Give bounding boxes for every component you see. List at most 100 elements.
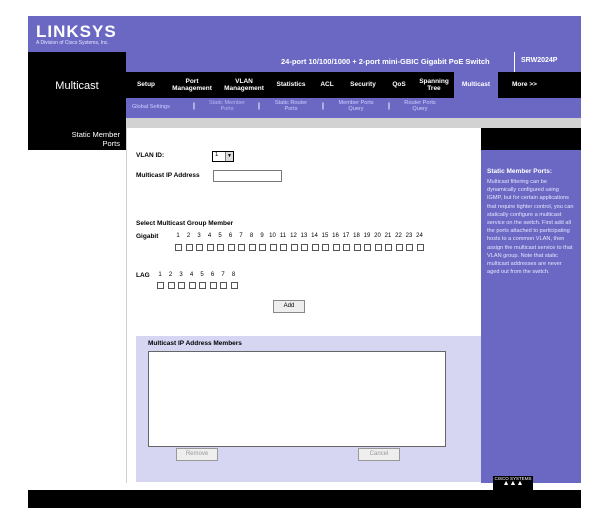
members-table-header: Multicast IP Address Members — [148, 340, 242, 347]
gigabit-port-number: 16 — [332, 233, 339, 239]
gigabit-port-checkbox[interactable] — [322, 244, 329, 251]
gigabit-port-checkbox[interactable] — [385, 244, 392, 251]
lag-port-number: 8 — [231, 272, 236, 278]
lag-port-checkbox[interactable] — [199, 282, 206, 289]
gigabit-port-checkbox[interactable] — [343, 244, 350, 251]
lag-port-number: 7 — [221, 272, 225, 278]
tab-vlan-management[interactable]: VLAN Management — [218, 72, 270, 98]
gigabit-port-checkbox[interactable] — [227, 244, 235, 251]
gigabit-port-checkbox[interactable] — [269, 244, 277, 251]
linksys-logo: LINKSYS — [36, 22, 117, 41]
remove-button[interactable]: Remove — [176, 448, 218, 461]
gigabit-port-number: 17 — [342, 233, 350, 239]
gigabit-port-checkbox[interactable] — [395, 244, 403, 251]
subtab-router-ports-query[interactable]: Router Ports Query — [396, 100, 444, 112]
main-content: VLAN ID: 1 ▼ Multicast IP Address Select… — [126, 128, 481, 483]
tab-setup[interactable]: Setup — [126, 72, 166, 98]
gigabit-port-number: 23 — [405, 233, 413, 239]
gigabit-port-checkbox[interactable] — [217, 244, 224, 251]
gigabit-port-checkbox[interactable] — [353, 244, 361, 251]
section-title-block — [28, 52, 126, 134]
lag-port-number: 6 — [210, 272, 215, 278]
gigabit-port-checkbox[interactable] — [290, 244, 298, 251]
lag-port-checkbox[interactable] — [178, 282, 185, 289]
gigabit-port-number: 15 — [321, 233, 329, 239]
subtab-global-settings[interactable]: Global Settings — [132, 104, 170, 110]
product-bar: 24-port 10/100/1000 + 2-port mini-GBIC G… — [126, 52, 581, 72]
lag-port-checkbox[interactable] — [220, 282, 227, 289]
gigabit-port-number: 10 — [269, 233, 276, 239]
gigabit-port-checkbox[interactable] — [206, 244, 214, 251]
gigabit-label: Gigabit — [136, 233, 159, 240]
subtab-member-ports-query[interactable]: Member Ports Query — [331, 100, 381, 112]
lag-port-number: 1 — [158, 272, 162, 278]
tab-qos[interactable]: QoS — [384, 72, 414, 98]
vlan-id-value: 1 — [215, 152, 219, 158]
gigabit-port-checkbox[interactable] — [374, 244, 382, 251]
lag-port-checkbox[interactable] — [209, 282, 217, 289]
gigabit-port-checkbox[interactable] — [196, 244, 203, 251]
multicast-ip-input[interactable] — [213, 170, 282, 182]
gigabit-port-checkbox[interactable] — [301, 244, 308, 251]
gigabit-port-number: 24 — [416, 233, 423, 239]
gigabit-port-checkbox[interactable] — [280, 244, 287, 251]
cancel-button[interactable]: Cancel — [358, 448, 400, 461]
tab-security[interactable]: Security — [342, 72, 384, 98]
gigabit-port-checkbox[interactable] — [248, 244, 256, 251]
help-text: Multicast filtering can be dynamically c… — [487, 179, 574, 276]
subtab-separator: | — [258, 103, 260, 110]
gigabit-port-checkbox[interactable] — [332, 244, 340, 251]
lag-port-checkbox[interactable] — [188, 282, 196, 289]
tab-acl[interactable]: ACL — [312, 72, 342, 98]
subtab-separator: | — [322, 103, 324, 110]
help-panel-header — [481, 128, 581, 150]
help-panel: Static Member Ports: Multicast filtering… — [481, 128, 581, 483]
chevron-down-icon[interactable]: ▼ — [225, 152, 233, 161]
gigabit-port-checkbox[interactable] — [238, 244, 245, 251]
lag-port-checkbox[interactable] — [157, 282, 164, 289]
gigabit-port-checkbox[interactable] — [175, 244, 182, 251]
gigabit-port-number: 22 — [395, 233, 402, 239]
gigabit-port-checkbox[interactable] — [406, 244, 413, 251]
subtab-separator: | — [193, 103, 195, 110]
gigabit-port-checkbox[interactable] — [364, 244, 371, 251]
add-button[interactable]: Add — [273, 300, 305, 313]
tab-multicast[interactable]: Multicast — [454, 72, 498, 98]
tab-statistics[interactable]: Statistics — [270, 72, 312, 98]
gigabit-port-number: 1 — [176, 233, 180, 239]
gigabit-port-number: 8 — [249, 233, 254, 239]
members-panel: Multicast IP Address Members Remove Canc… — [136, 336, 481, 482]
left-panel-title: Static Member Ports — [28, 128, 126, 150]
gigabit-port-number: 11 — [279, 233, 287, 239]
gigabit-port-checkbox[interactable] — [185, 244, 193, 251]
gigabit-port-number: 2 — [186, 233, 191, 239]
gigabit-port-number: 6 — [228, 233, 233, 239]
tab-more[interactable]: More >> — [498, 72, 581, 98]
subtab-static-router-ports[interactable]: Static Router Ports — [267, 100, 315, 112]
lag-port-number: 4 — [189, 272, 194, 278]
lag-port-number: 2 — [168, 272, 173, 278]
subtab-static-member-ports[interactable]: Static Member Ports — [202, 100, 252, 112]
product-name: 24-port 10/100/1000 + 2-port mini-GBIC G… — [281, 57, 490, 66]
gigabit-port-checkbox[interactable] — [416, 244, 424, 251]
gigabit-port-number: 9 — [260, 233, 264, 239]
tab-spanning-tree[interactable]: Spanning Tree — [414, 72, 454, 98]
left-panel-title-text: Static Member Ports — [71, 130, 120, 148]
multicast-ip-label: Multicast IP Address — [136, 172, 200, 179]
gigabit-port-number: 18 — [353, 233, 360, 239]
lag-port-checkbox[interactable] — [167, 282, 175, 289]
lag-port-checkbox[interactable] — [230, 282, 238, 289]
gigabit-port-checkbox[interactable] — [259, 244, 266, 251]
subtab-separator: | — [388, 103, 390, 110]
model-name: SRW2024P — [521, 57, 558, 64]
gigabit-port-number: 20 — [374, 233, 381, 239]
gigabit-port-number: 13 — [300, 233, 308, 239]
gigabit-port-checkbox[interactable] — [311, 244, 319, 251]
divider — [514, 52, 515, 72]
gigabit-port-number: 3 — [197, 233, 201, 239]
main-tabs: Setup Port Management VLAN Management St… — [126, 72, 581, 98]
members-list[interactable] — [148, 351, 446, 447]
vlan-id-select[interactable]: 1 ▼ — [212, 151, 234, 162]
tab-port-management[interactable]: Port Management — [166, 72, 218, 98]
help-title: Static Member Ports: — [487, 168, 553, 175]
